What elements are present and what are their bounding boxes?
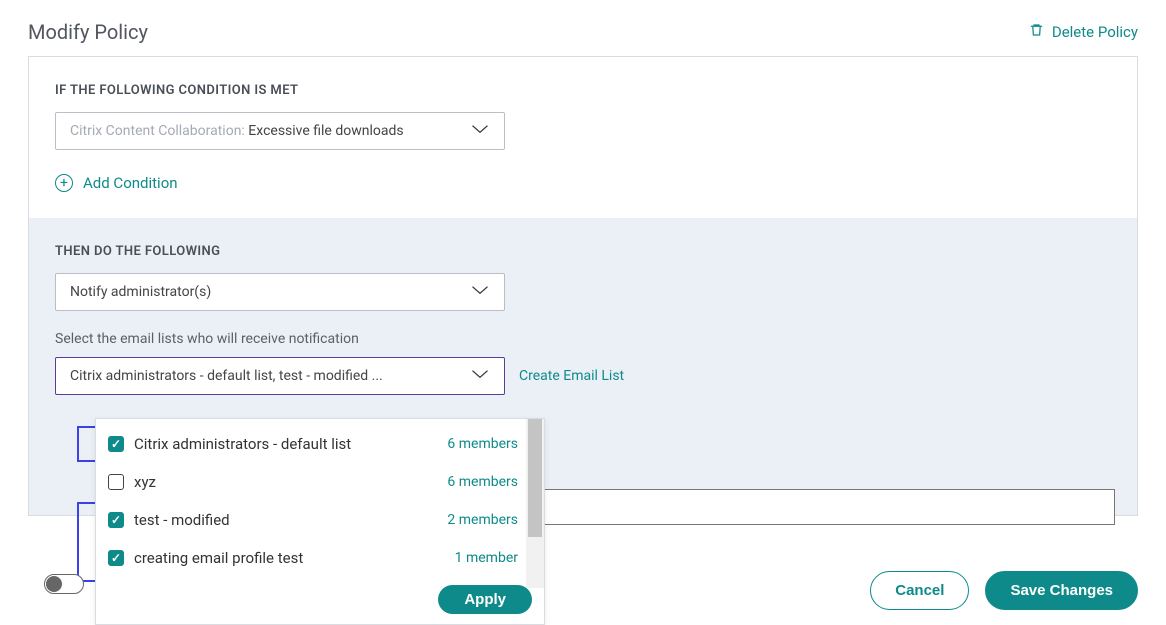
- email-list-option[interactable]: Citrix administrators - default list 6 me…: [96, 425, 544, 463]
- create-email-list-link[interactable]: Create Email List: [519, 368, 624, 384]
- apply-button[interactable]: Apply: [438, 585, 532, 614]
- save-button[interactable]: Save Changes: [985, 571, 1138, 610]
- trash-icon: [1029, 22, 1044, 42]
- condition-section-label: IF THE FOLLOWING CONDITION IS MET: [55, 83, 1111, 98]
- checkbox[interactable]: [108, 474, 124, 490]
- email-list-option-label: xyz: [134, 473, 156, 491]
- members-count: 1 member: [455, 550, 518, 566]
- members-count: 6 members: [447, 474, 518, 490]
- scrollbar-thumb[interactable]: [528, 419, 542, 537]
- condition-dropdown[interactable]: Citrix Content Collaboration: Excessive …: [55, 112, 505, 150]
- delete-policy-link[interactable]: Delete Policy: [1029, 22, 1138, 42]
- toggle-switch[interactable]: [44, 574, 84, 594]
- checkbox[interactable]: [108, 550, 124, 566]
- condition-value: Excessive file downloads: [248, 123, 403, 139]
- email-list-option-label: test - modified: [134, 511, 230, 529]
- chevron-down-icon: [470, 284, 490, 300]
- chevron-down-icon: [470, 123, 490, 139]
- email-list-option-label: creating email profile test: [134, 549, 303, 567]
- action-value: Notify administrator(s): [70, 284, 211, 300]
- email-list-option[interactable]: xyz 6 members: [96, 463, 544, 501]
- email-list-option-label: Citrix administrators - default list: [134, 435, 351, 453]
- delete-policy-label: Delete Policy: [1052, 23, 1138, 41]
- page-title: Modify Policy: [28, 20, 148, 44]
- members-count: 6 members: [447, 436, 518, 452]
- background-text-input[interactable]: [520, 489, 1115, 525]
- chevron-down-icon: [470, 368, 490, 384]
- condition-prefix: Citrix Content Collaboration:: [70, 123, 248, 139]
- email-list-dropdown-panel: Citrix administrators - default list 6 me…: [95, 418, 545, 625]
- checkbox[interactable]: [108, 436, 124, 452]
- email-list-option[interactable]: test - modified 2 members: [96, 501, 544, 539]
- email-list-summary: Citrix administrators - default list, te…: [70, 368, 383, 384]
- plus-icon: +: [55, 174, 73, 192]
- action-dropdown[interactable]: Notify administrator(s): [55, 273, 505, 311]
- email-list-sublabel: Select the email lists who will receive …: [55, 331, 1111, 347]
- action-section-label: THEN DO THE FOLLOWING: [55, 244, 1111, 259]
- members-count: 2 members: [447, 512, 518, 528]
- add-condition-label: Add Condition: [83, 174, 178, 192]
- cancel-button[interactable]: Cancel: [870, 571, 969, 610]
- email-list-option[interactable]: creating email profile test 1 member: [96, 539, 544, 577]
- scrollbar[interactable]: [526, 419, 544, 588]
- email-list-dropdown[interactable]: Citrix administrators - default list, te…: [55, 357, 505, 395]
- checkbox[interactable]: [108, 512, 124, 528]
- add-condition-button[interactable]: + Add Condition: [55, 174, 1111, 192]
- toggle-knob: [46, 576, 62, 592]
